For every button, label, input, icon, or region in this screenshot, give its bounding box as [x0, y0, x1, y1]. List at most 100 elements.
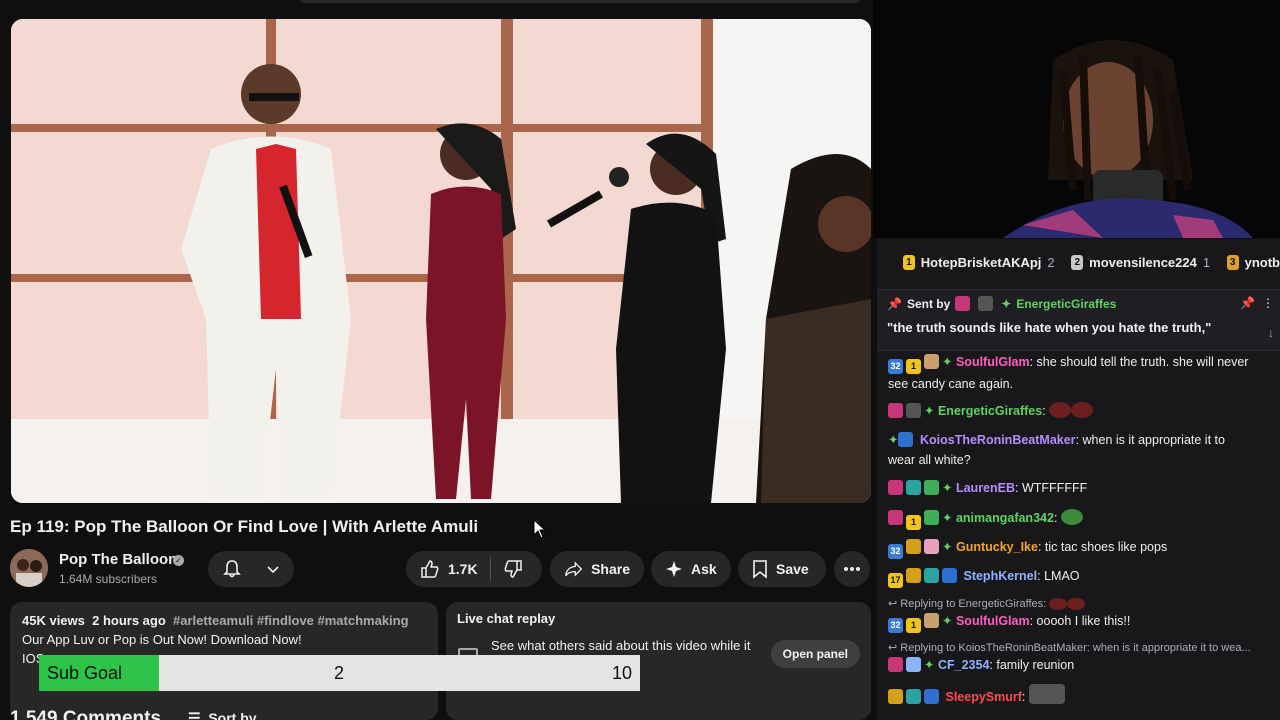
- like-button[interactable]: 1.7K: [406, 557, 491, 581]
- chat-username[interactable]: LaurenEB: [956, 481, 1015, 495]
- save-button[interactable]: Save: [738, 551, 826, 587]
- vip-badge-icon: ✦: [942, 355, 953, 369]
- gift-box-icon: [924, 354, 939, 369]
- chat-message: ✦ KoiosTheRoninBeatMaker: when is it app…: [888, 432, 1225, 467]
- vip-badge-icon: ✦: [942, 511, 953, 525]
- hashtags[interactable]: #arletteamuli #findlove #matchmaking: [173, 613, 409, 628]
- share-label: Share: [591, 561, 630, 577]
- chat-message: 17 StephKernel: LMAO: [888, 566, 1268, 588]
- vip-badge-icon: ✦: [924, 404, 935, 418]
- share-button[interactable]: Share: [550, 551, 644, 587]
- live-chat-title: Live chat replay: [457, 611, 556, 626]
- pepe-emote-icon: [1060, 509, 1083, 525]
- pinned-user[interactable]: EnergeticGiraffes: [1016, 297, 1116, 311]
- sort-by-button[interactable]: ☰ Sort by: [188, 710, 257, 720]
- chat-message: 32 1 ✦ SoulfulGlam: she should tell the tr…: [888, 354, 1249, 391]
- ask-label: Ask: [691, 561, 717, 577]
- chat-message: 32 1 ✦ SoulfulGlam: ooooh I like this!!: [888, 611, 1268, 633]
- avatar-image: [10, 549, 48, 587]
- chat-username[interactable]: CF_2354: [938, 658, 989, 672]
- chat-username[interactable]: StephKernel: [963, 569, 1037, 583]
- reply-context-text: Replying to EnergeticGiraffes:: [900, 598, 1047, 610]
- thumbs-down-icon: [504, 560, 522, 578]
- emote-icon: [1049, 402, 1072, 418]
- chat-username[interactable]: EnergeticGiraffes: [938, 404, 1042, 418]
- emote-icon: [1028, 684, 1065, 704]
- sub-badge-icon: 32: [888, 618, 903, 633]
- gift-box-icon: [924, 613, 939, 628]
- open-panel-button[interactable]: Open panel: [770, 640, 860, 668]
- save-label: Save: [776, 561, 809, 577]
- emote-icon: [1067, 598, 1086, 610]
- dislike-button[interactable]: [491, 559, 537, 579]
- sub-badge-icon: [888, 403, 903, 418]
- chat-username[interactable]: animangafan342: [956, 511, 1054, 525]
- video-frame: [11, 19, 871, 503]
- chat-text: WTFFFFFF: [1018, 481, 1088, 495]
- chat-username[interactable]: SoulfulGlam: [956, 355, 1030, 369]
- gift-badge-icon: [906, 480, 921, 495]
- sent-by-label: Sent by: [906, 296, 951, 311]
- chevron-down-icon: [267, 566, 279, 574]
- channel-avatar[interactable]: [10, 549, 48, 587]
- pinned-text: "the truth sounds like hate when you hat…: [887, 320, 1212, 335]
- vip-badge-icon: ✦: [942, 481, 953, 495]
- chat-message: ✦ LaurenEB: WTFFFFFF: [888, 478, 1268, 498]
- rank-3-icon: 3: [1226, 254, 1239, 270]
- expand-pin-icon[interactable]: ↓: [1268, 326, 1274, 340]
- sort-label: Sort by: [208, 710, 257, 720]
- vip-badge-icon: ✦: [888, 433, 899, 447]
- reply-context: ↩ Replying to EnergeticGiraffes:: [888, 597, 1086, 610]
- streamer-webcam: [873, 0, 1280, 238]
- more-actions-button[interactable]: [834, 551, 870, 587]
- prime-badge-icon: [924, 689, 939, 704]
- description-meta: 45K views 2 hours ago #arletteamuli #fin…: [22, 611, 426, 630]
- sub-goal-bar: Sub Goal 2 10: [39, 655, 640, 691]
- gift-leaderboard: 1 HotepBrisketAKApj 2 2 movensilence224 …: [877, 249, 1280, 275]
- video-player[interactable]: [11, 19, 871, 503]
- gift-badge-icon: 1: [906, 359, 921, 374]
- video-title: Ep 119: Pop The Balloon Or Find Love | W…: [10, 517, 479, 536]
- mod-badge-icon: [978, 296, 994, 311]
- pin-icon: 📌: [887, 296, 902, 311]
- chat-message: SleepySmurf:: [888, 684, 1268, 707]
- chat-text: family reunion: [992, 658, 1075, 672]
- reply-context: ↩ Replying to KoiosTheRoninBeatMaker: wh…: [888, 642, 1251, 654]
- like-count: 1.7K: [448, 561, 478, 577]
- upload-age: 2 hours ago: [92, 613, 166, 628]
- gift-box-icon: [924, 510, 939, 525]
- chat-username[interactable]: SoulfulGlam: [956, 614, 1030, 628]
- sub-badge-icon: [888, 510, 903, 525]
- chat-username[interactable]: SleepySmurf: [945, 690, 1021, 704]
- vip-badge-icon: ✦: [942, 614, 953, 628]
- sub-badge-icon: 32: [888, 359, 903, 374]
- rank-2-icon: 2: [1071, 254, 1084, 270]
- prime-badge-icon: [898, 432, 914, 447]
- prime-badge-icon: [942, 568, 957, 583]
- leader-3-name[interactable]: ynotb: [1245, 255, 1280, 270]
- chat-text: LMAO: [1040, 569, 1080, 583]
- pin-menu-icon[interactable]: 📌 ⋮: [1240, 296, 1274, 310]
- chat-username[interactable]: KoiosTheRoninBeatMaker: [920, 433, 1076, 447]
- chat-message: ✦ EnergeticGiraffes:: [888, 401, 1268, 421]
- crown-badge-icon: [906, 568, 921, 583]
- gift-box-icon: [924, 480, 939, 495]
- chat-username[interactable]: Guntucky_Ike: [956, 540, 1038, 554]
- crown-badge-icon: [906, 539, 921, 554]
- subscriber-count: 1.64M subscribers: [59, 572, 158, 586]
- chat-message: ✦ CF_2354: family reunion: [888, 655, 1268, 675]
- emote-icon: [1071, 402, 1094, 418]
- vip-badge-icon: ✦: [1001, 296, 1012, 311]
- bookmark-icon: [753, 560, 767, 579]
- leader-2-count: 1: [1202, 254, 1211, 270]
- sub-goal-label: Sub Goal: [47, 663, 123, 683]
- rank-1-icon: 1: [903, 254, 915, 270]
- notification-button[interactable]: [208, 551, 294, 587]
- chat-text: ooooh I like this!!: [1033, 614, 1131, 628]
- channel-name[interactable]: Pop The Balloon: [59, 551, 177, 568]
- leader-1-name[interactable]: HotepBrisketAKApj: [921, 255, 1042, 270]
- leader-2-name[interactable]: movensilence224: [1089, 255, 1197, 270]
- view-count: 45K views: [22, 613, 85, 628]
- ask-button[interactable]: Ask: [651, 551, 731, 587]
- sub-goal-current: 2: [334, 663, 345, 683]
